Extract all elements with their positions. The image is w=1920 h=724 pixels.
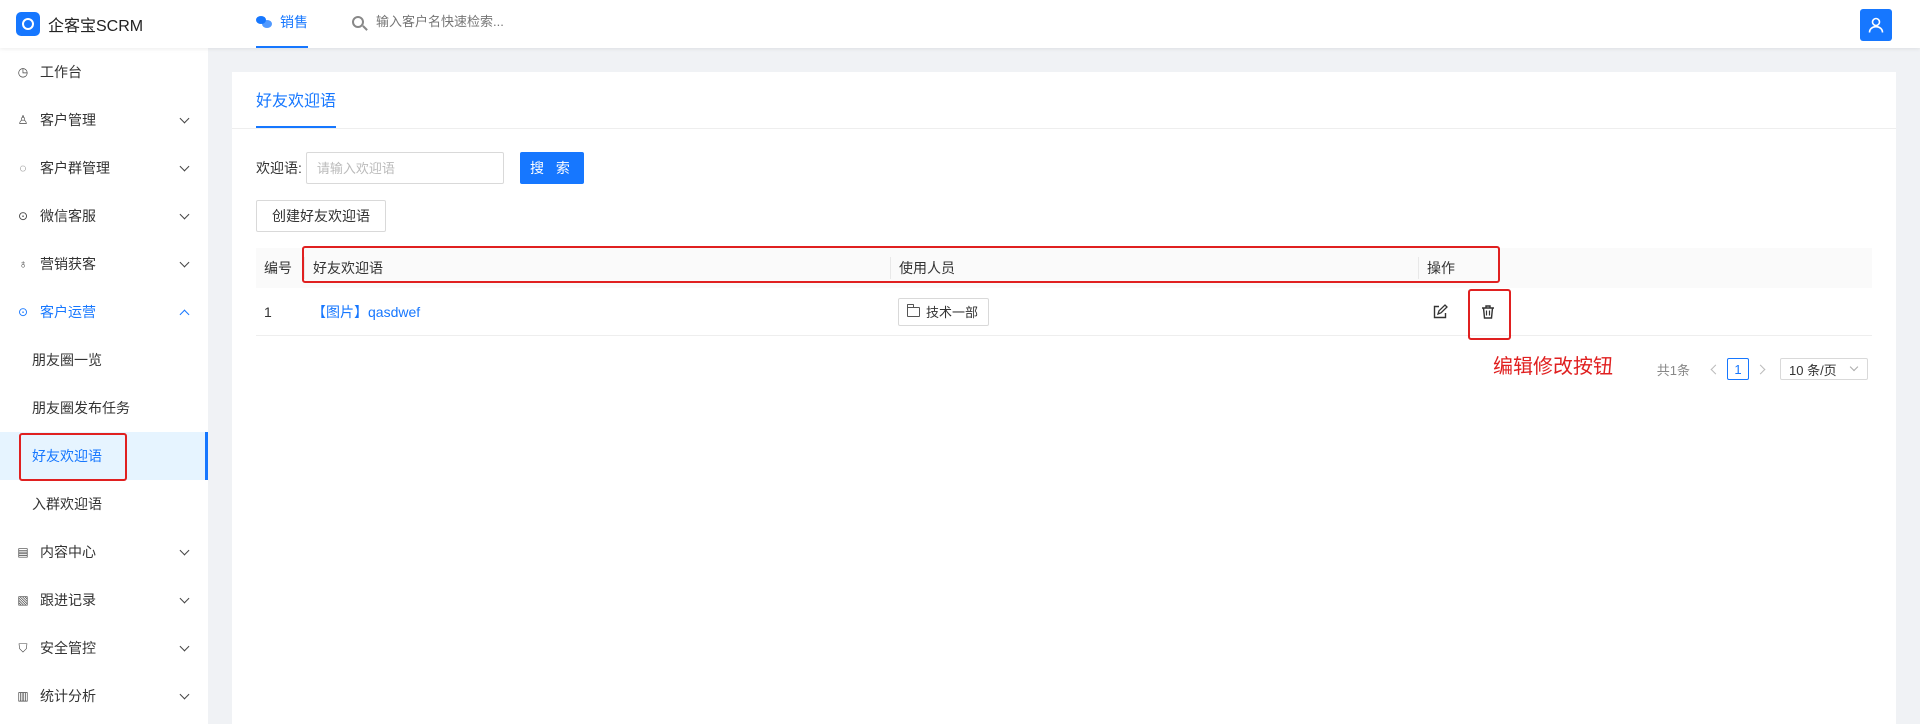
app-logo[interactable]: 企客宝SCRM: [16, 12, 143, 36]
chevron-down-icon: [179, 257, 190, 267]
sidebar-item-security[interactable]: ⛉ 安全管控: [0, 624, 208, 672]
pagination-total: 共1条: [1656, 362, 1690, 378]
search-icon: [352, 15, 364, 28]
sidebar-item-followup[interactable]: ▧ 跟进记录: [0, 576, 208, 624]
content-icon: ▤: [17, 545, 29, 559]
user-icon: [1868, 17, 1884, 33]
sidebar-item-label: 营销获客: [40, 256, 96, 272]
wechat-icon: [256, 15, 272, 29]
sidebar-item-analytics[interactable]: ▥ 统计分析: [0, 672, 208, 720]
sidebar-subitem-label: 入群欢迎语: [32, 496, 102, 512]
dashboard-icon: ◷: [17, 65, 29, 79]
page-size-select[interactable]: 10 条/页: [1780, 358, 1868, 380]
welcome-search-input[interactable]: [305, 152, 504, 184]
filter-label: 欢迎语:: [256, 160, 302, 176]
chevron-down-icon: [179, 161, 190, 171]
sidebar-subitem-label: 朋友圈发布任务: [32, 400, 130, 416]
annotation-box-delete: [1468, 289, 1511, 340]
pagination: 共1条 1 10 条/页: [1657, 358, 1868, 380]
sidebar-item-label: 统计分析: [40, 688, 96, 704]
annotation-box-sidebar: [19, 433, 127, 481]
filter-bar: 欢迎语: 搜 索: [256, 152, 584, 184]
user-tag: 技术一部: [898, 297, 990, 326]
create-welcome-button[interactable]: 创建好友欢迎语: [256, 200, 386, 232]
sidebar-item-content[interactable]: ▤ 内容中心: [0, 528, 208, 576]
shield-icon: ⛉: [18, 641, 28, 655]
chevron-up-icon: [179, 309, 190, 319]
sidebar-item-groups[interactable]: ◌ 客户群管理: [0, 144, 208, 192]
row-number: 1: [264, 303, 272, 320]
sidebar-item-label: 客户管理: [40, 112, 96, 128]
page-gutter: [1896, 48, 1920, 724]
sidebar-item-marketing[interactable]: ♁ 营销获客: [0, 240, 208, 288]
sidebar-item-label: 内容中心: [40, 544, 96, 560]
page-size-label: 10 条/页: [1789, 362, 1837, 378]
chevron-down-icon: [1849, 362, 1859, 372]
annotation-note: 编辑修改按钮: [1493, 354, 1613, 378]
sidebar-item-label: 工作台: [40, 64, 82, 80]
table-row: 1 【图片】qasdwef 技术一部: [256, 288, 1872, 336]
search-button[interactable]: 搜 索: [519, 152, 584, 184]
service-icon: ⊙: [17, 209, 29, 223]
user-tag-label: 技术一部: [926, 305, 979, 320]
page-number[interactable]: 1: [1727, 358, 1749, 380]
main-card: 好友欢迎语 欢迎语: 搜 索 创建好友欢迎语 编号 好友欢迎语 使用人员 操作 …: [232, 72, 1896, 724]
annotation-box-header: [302, 246, 1500, 283]
prev-page-icon[interactable]: [1710, 364, 1721, 374]
chevron-down-icon: [179, 209, 190, 219]
chevron-down-icon: [179, 113, 190, 123]
sidebar-item-label: 客户群管理: [40, 160, 110, 176]
welcome-message-link[interactable]: 【图片】qasdwef: [312, 304, 420, 320]
sidebar-item-customers[interactable]: ♙ 客户管理: [0, 96, 208, 144]
chart-icon: ▥: [17, 689, 29, 703]
folder-icon: [906, 303, 920, 317]
tab-sales[interactable]: 销售: [256, 0, 308, 48]
operation-icon: ⊙: [17, 305, 29, 319]
sidebar-subitem-moments-task[interactable]: 朋友圈发布任务: [0, 384, 208, 432]
sidebar-subitem-label: 朋友圈一览: [32, 352, 102, 368]
next-page-icon[interactable]: [1755, 364, 1766, 374]
user-icon: ♙: [17, 113, 29, 127]
bulb-icon: ♁: [18, 257, 28, 271]
tab-sales-label: 销售: [280, 14, 308, 30]
app-name: 企客宝SCRM: [48, 18, 144, 35]
chevron-down-icon: [179, 689, 190, 699]
tab-friend-welcome[interactable]: 好友欢迎语: [256, 72, 337, 128]
sidebar-item-wechat-service[interactable]: ⊙ 微信客服: [0, 192, 208, 240]
sidebar-subitem-group-welcome[interactable]: 入群欢迎语: [0, 480, 208, 528]
edit-icon: [1433, 303, 1448, 318]
sidebar: ◷ 工作台 ♙ 客户管理 ◌ 客户群管理 ⊙ 微信客服 ♁ 营销获客 ⊙ 客户运…: [0, 48, 208, 724]
user-avatar[interactable]: [1860, 9, 1892, 41]
sidebar-item-operation[interactable]: ⊙ 客户运营: [0, 288, 208, 336]
customer-search: [352, 14, 576, 29]
chevron-down-icon: [179, 545, 190, 555]
column-header: 编号: [264, 260, 292, 276]
tab-divider: [232, 128, 1896, 129]
chevron-down-icon: [179, 593, 190, 603]
sidebar-item-workbench[interactable]: ◷ 工作台: [0, 48, 208, 96]
logo-icon: [16, 12, 40, 36]
edit-button[interactable]: [1426, 298, 1454, 326]
chevron-down-icon: [179, 641, 190, 651]
sidebar-item-label: 安全管控: [40, 640, 96, 656]
sidebar-subitem-moments[interactable]: 朋友圈一览: [0, 336, 208, 384]
sidebar-item-label: 客户运营: [40, 304, 96, 320]
customer-search-input[interactable]: [376, 14, 576, 29]
record-icon: ▧: [17, 593, 29, 607]
sidebar-item-label: 跟进记录: [40, 592, 96, 608]
chat-icon: ◌: [19, 161, 27, 175]
sidebar-item-label: 微信客服: [40, 208, 96, 224]
top-bar: 企客宝SCRM 销售: [0, 0, 1920, 48]
